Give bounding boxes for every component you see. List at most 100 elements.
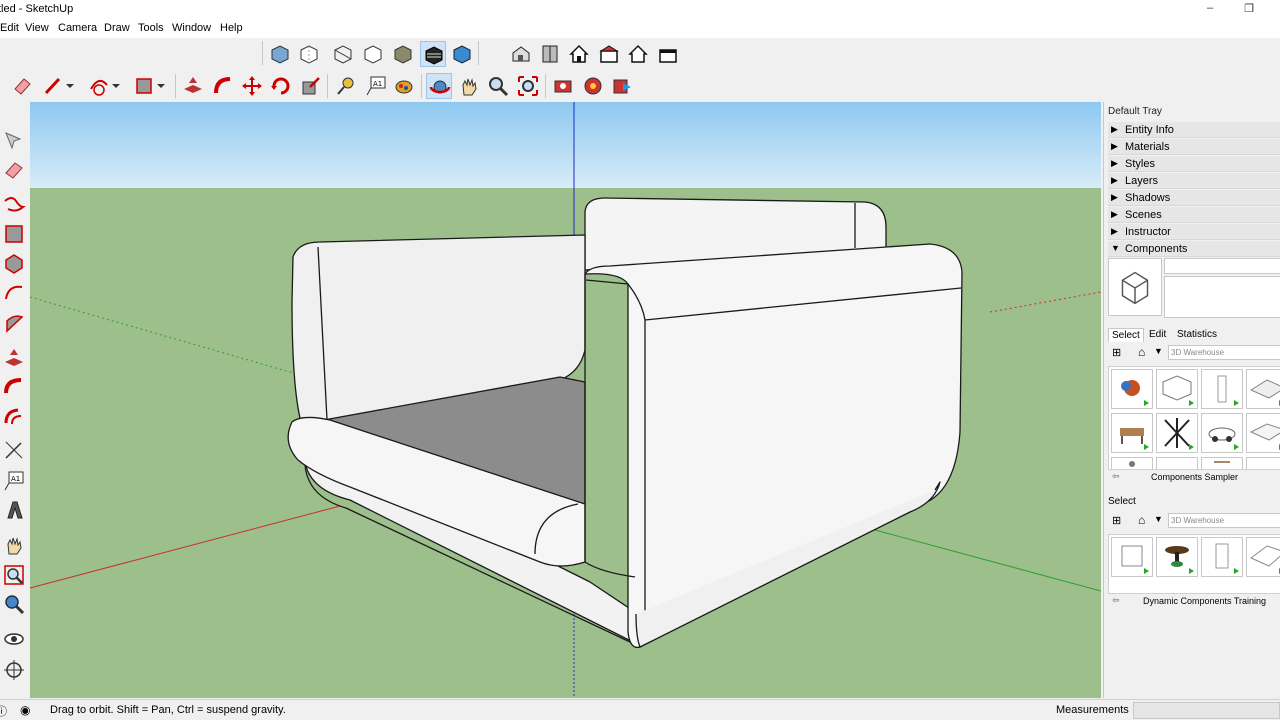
info-icon[interactable]: ⓘ	[0, 703, 10, 718]
pan-icon[interactable]	[456, 73, 482, 99]
nav-dropdown-icon[interactable]: ▼	[1154, 514, 1163, 524]
follow-me-icon[interactable]	[2, 375, 26, 399]
component-thumbnail[interactable]	[1201, 413, 1243, 453]
eraser-icon[interactable]	[2, 158, 26, 182]
scale-icon[interactable]	[298, 73, 324, 99]
component-thumbnail[interactable]	[1156, 457, 1198, 469]
panel-layers[interactable]: ▶ Layers	[1108, 173, 1280, 189]
menu-camera[interactable]: Camera	[58, 22, 97, 34]
menu-edit[interactable]: Edit	[0, 22, 19, 34]
monochrome-style-icon[interactable]	[449, 41, 475, 67]
3d-text-icon[interactable]	[2, 498, 26, 522]
freehand-icon[interactable]	[2, 193, 26, 217]
offset-icon[interactable]	[2, 404, 26, 428]
component-description-field[interactable]	[1164, 276, 1280, 318]
shaded-style-icon[interactable]	[390, 41, 416, 67]
zoom-icon[interactable]	[485, 73, 511, 99]
component-thumbnail[interactable]	[1246, 537, 1280, 577]
component-thumbnail[interactable]	[1246, 369, 1280, 409]
shape-dropdown-icon[interactable]	[155, 73, 167, 99]
component-thumbnail[interactable]	[1156, 369, 1198, 409]
hidden-line-style-icon[interactable]	[360, 41, 386, 67]
rectangle-tool-icon[interactable]	[131, 73, 157, 99]
orbit-icon[interactable]	[426, 73, 452, 99]
xray-style-icon[interactable]	[267, 41, 293, 67]
select-tool-icon[interactable]	[2, 129, 26, 153]
panel-instructor[interactable]: ▶ Instructor	[1108, 224, 1280, 240]
component-thumbnail[interactable]	[1246, 457, 1280, 469]
share-model-icon[interactable]	[609, 73, 635, 99]
text-tool-icon[interactable]: A1	[2, 469, 26, 493]
panel-materials[interactable]: ▶ Materials	[1108, 139, 1280, 155]
model-viewport[interactable]	[30, 102, 1101, 698]
shaded-textures-style-icon[interactable]	[420, 41, 446, 67]
right-view-icon[interactable]	[596, 41, 622, 67]
follow-me-icon[interactable]	[210, 73, 236, 99]
panel-scenes[interactable]: ▶ Scenes	[1108, 207, 1280, 223]
polygon-tool-icon[interactable]	[2, 252, 26, 276]
menu-help[interactable]: Help	[220, 22, 243, 34]
component-thumbnail[interactable]	[1111, 413, 1153, 453]
home-icon[interactable]: ⌂	[1138, 513, 1145, 527]
user-icon[interactable]: ◉	[20, 703, 34, 717]
view-options-icon[interactable]: ⊞	[1112, 514, 1121, 527]
rotate-icon[interactable]	[268, 73, 294, 99]
back-arrow-icon[interactable]: ⇦	[1112, 595, 1120, 606]
tape-measure-icon[interactable]	[333, 73, 359, 99]
panel-styles[interactable]: ▶ Styles	[1108, 156, 1280, 172]
tab-select[interactable]: Select	[1108, 328, 1144, 342]
minimize-button[interactable]: –	[1198, 2, 1222, 18]
push-pull-icon[interactable]	[2, 346, 26, 370]
warehouse-icon[interactable]	[550, 73, 576, 99]
paint-bucket-icon[interactable]	[391, 73, 417, 99]
push-pull-icon[interactable]	[180, 73, 206, 99]
component-thumbnail[interactable]	[1111, 369, 1153, 409]
position-camera-icon[interactable]	[2, 658, 26, 682]
component-thumbnail[interactable]	[1111, 537, 1153, 577]
zoom-window-icon[interactable]	[2, 563, 26, 587]
arc-dropdown-icon[interactable]	[110, 73, 122, 99]
panel-shadows[interactable]: ▶ Shadows	[1108, 190, 1280, 206]
tab-statistics[interactable]: Statistics	[1174, 328, 1220, 341]
rectangle-tool-icon[interactable]	[2, 222, 26, 246]
back-edges-style-icon[interactable]	[296, 41, 322, 67]
dimension-icon[interactable]	[2, 438, 26, 462]
wireframe-style-icon[interactable]	[330, 41, 356, 67]
look-around-icon[interactable]	[2, 627, 26, 651]
menu-view[interactable]: View	[25, 22, 49, 34]
line-dropdown-icon[interactable]	[64, 73, 76, 99]
line-tool-icon[interactable]	[40, 73, 66, 99]
top-view-icon[interactable]	[537, 41, 563, 67]
menu-draw[interactable]: Draw	[104, 22, 130, 34]
view-options-icon[interactable]: ⊞	[1112, 346, 1121, 359]
left-view-icon[interactable]	[655, 41, 681, 67]
component-thumbnail[interactable]	[1201, 369, 1243, 409]
component-thumbnail[interactable]	[1201, 457, 1243, 469]
panel-entity-info[interactable]: ▶ Entity Info	[1108, 122, 1280, 138]
component-thumbnail[interactable]	[1111, 457, 1153, 469]
move-icon[interactable]	[239, 73, 265, 99]
component-name-field[interactable]	[1164, 258, 1280, 274]
warehouse-search-input[interactable]: 3D Warehouse	[1168, 345, 1280, 360]
warehouse-search-input-2[interactable]: 3D Warehouse	[1168, 513, 1280, 528]
zoom-previous-icon[interactable]	[2, 592, 26, 616]
text-tool-icon[interactable]: A1	[363, 73, 389, 99]
arc-tool-icon[interactable]	[86, 73, 112, 99]
pan-icon[interactable]	[2, 533, 26, 557]
component-thumbnail[interactable]	[1201, 537, 1243, 577]
component-thumbnail[interactable]	[1156, 537, 1198, 577]
measurements-input[interactable]	[1133, 702, 1280, 719]
component-thumbnail[interactable]	[1246, 413, 1280, 453]
pie-tool-icon[interactable]	[2, 311, 26, 335]
restore-button[interactable]: ❐	[1237, 2, 1261, 18]
eraser-icon[interactable]	[9, 73, 35, 99]
home-icon[interactable]: ⌂	[1138, 345, 1145, 359]
menu-tools[interactable]: Tools	[138, 22, 164, 34]
panel-components[interactable]: ▼ Components	[1108, 241, 1280, 257]
component-thumbnail[interactable]	[1156, 413, 1198, 453]
front-view-icon[interactable]	[566, 41, 592, 67]
back-view-icon[interactable]	[625, 41, 651, 67]
iso-view-icon[interactable]	[508, 41, 534, 67]
zoom-extents-icon[interactable]	[515, 73, 541, 99]
nav-dropdown-icon[interactable]: ▼	[1154, 346, 1163, 356]
